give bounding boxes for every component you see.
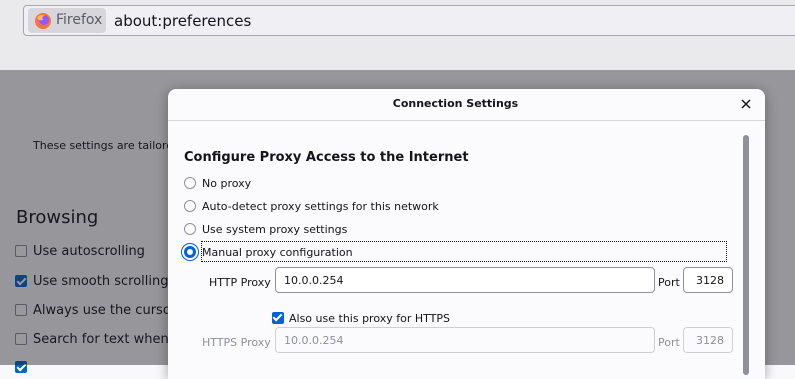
connection-settings-dialog: Connection Settings Configure Proxy Acce… <box>168 89 765 379</box>
auto-detect-option[interactable]: Auto-detect proxy settings for this netw… <box>184 197 439 215</box>
http-proxy-label: HTTP Proxy <box>209 276 271 289</box>
no-proxy-option[interactable]: No proxy <box>184 174 251 192</box>
firefox-logo-icon <box>35 13 51 29</box>
https-checkbox-label: Also use this proxy for HTTPS <box>289 311 450 325</box>
auto-detect-radio[interactable] <box>184 200 196 212</box>
close-icon[interactable] <box>739 97 753 111</box>
dialog-body: Configure Proxy Access to the Internet N… <box>168 122 743 379</box>
url-text[interactable]: about:preferences <box>114 12 251 30</box>
https-port-label: Port <box>658 336 680 349</box>
scrollbar-thumb[interactable] <box>743 135 749 375</box>
proxy-group-title: Configure Proxy Access to the Internet <box>184 150 469 165</box>
auto-detect-label: Auto-detect proxy settings for this netw… <box>202 199 439 213</box>
system-proxy-radio[interactable] <box>184 223 196 235</box>
identity-label: Firefox <box>56 12 103 28</box>
system-proxy-label: Use system proxy settings <box>202 222 348 236</box>
http-port-input[interactable] <box>683 267 733 293</box>
manual-proxy-option[interactable]: Manual proxy configuration <box>184 243 353 261</box>
browser-toolbar: Firefox about:preferences <box>0 0 795 70</box>
manual-proxy-label: Manual proxy configuration <box>202 245 353 259</box>
identity-box[interactable]: Firefox <box>28 8 106 33</box>
http-proxy-input[interactable] <box>275 267 655 293</box>
https-checkbox[interactable] <box>272 312 284 324</box>
dialog-header: Connection Settings <box>168 89 765 121</box>
https-proxy-label: HTTPS Proxy <box>202 336 271 349</box>
system-proxy-option[interactable]: Use system proxy settings <box>184 220 347 238</box>
no-proxy-label: No proxy <box>202 176 252 190</box>
http-port-label: Port <box>658 276 680 289</box>
https-port-input <box>683 327 733 353</box>
manual-proxy-radio[interactable] <box>184 246 196 258</box>
https-checkbox-row[interactable]: Also use this proxy for HTTPS <box>272 309 450 327</box>
no-proxy-radio[interactable] <box>184 177 196 189</box>
https-proxy-input <box>275 327 655 353</box>
address-bar[interactable]: Firefox about:preferences <box>23 5 795 36</box>
dialog-title: Connection Settings <box>392 97 519 110</box>
